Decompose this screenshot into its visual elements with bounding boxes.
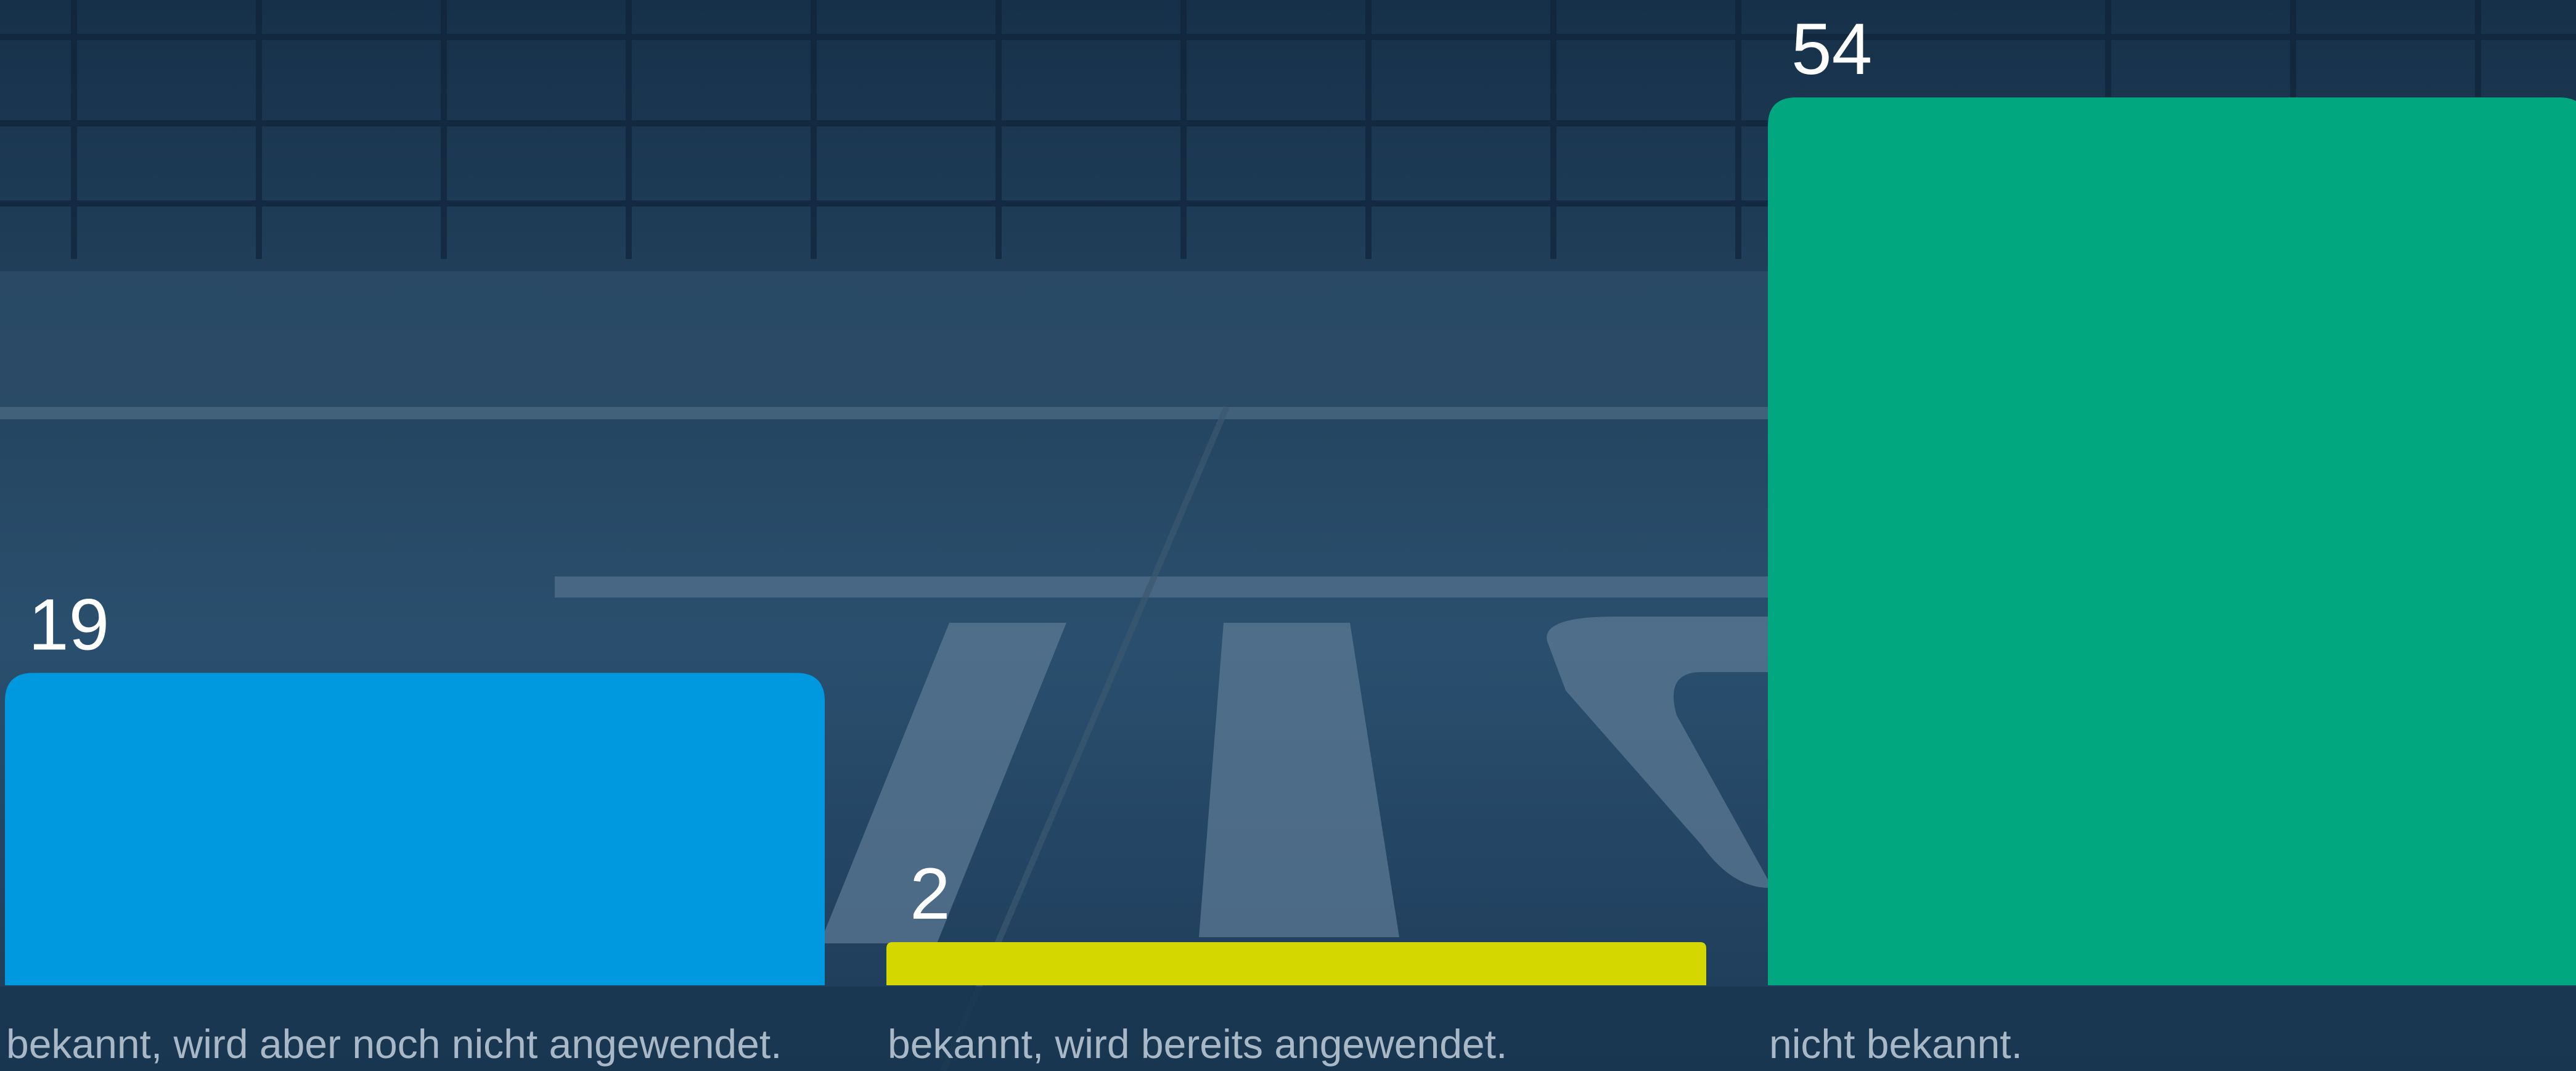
- bars-group: [5, 97, 2576, 985]
- category-label-1: bekannt, wird aber noch nicht angewendet…: [6, 1021, 782, 1067]
- value-label-3: 54: [1791, 9, 1872, 90]
- bar-1: [5, 673, 825, 985]
- category-label-2: bekannt, wird bereits angewendet.: [888, 1021, 1507, 1067]
- bar-3: [1768, 97, 2576, 985]
- bar-2: [886, 942, 1706, 985]
- bar-chart: 19 2 54 bekannt, wird aber noch nicht ange…: [5, 9, 2576, 1067]
- value-label-1: 19: [28, 584, 109, 665]
- value-label-2: 2: [910, 853, 951, 935]
- category-labels-group: bekannt, wird aber noch nicht angewendet…: [6, 1021, 2022, 1067]
- category-label-3: nicht bekannt.: [1769, 1021, 2022, 1067]
